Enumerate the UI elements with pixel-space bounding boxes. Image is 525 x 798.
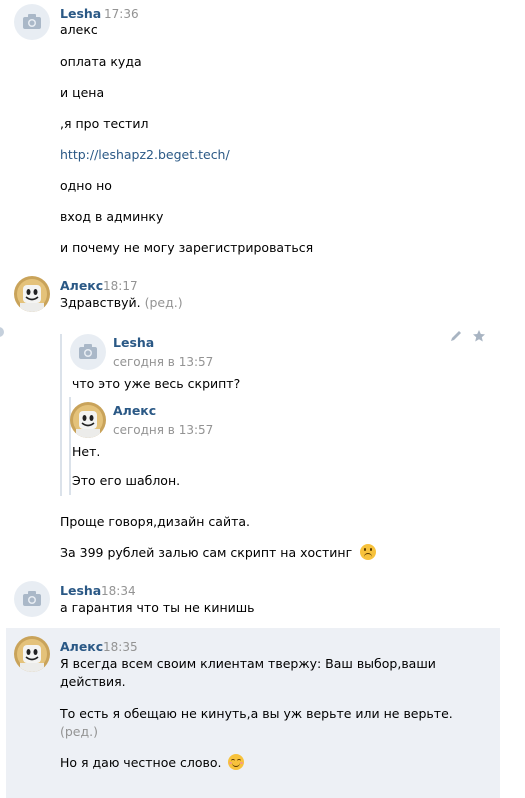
- message-text: Проще говоря,дизайн сайта.: [60, 514, 250, 529]
- forwarded-bar: [60, 334, 62, 496]
- timestamp[interactable]: 18:34: [101, 584, 136, 598]
- message-text: Но я даю честное слово.: [60, 754, 244, 770]
- emoji-smile-icon: [227, 754, 244, 770]
- avatar[interactable]: [14, 4, 50, 40]
- timestamp[interactable]: 17:36: [104, 7, 139, 21]
- message-text: и почему не могу зарегистрироваться: [60, 240, 314, 255]
- message-text-content: За 399 рублей залью сам скрипт на хостин…: [60, 545, 353, 560]
- camera-icon: [23, 591, 41, 606]
- message-text: оплата куда: [60, 54, 142, 69]
- message-text: Я всегда всем своим клиентам твержу: Ваш…: [60, 656, 436, 671]
- message-link[interactable]: http://leshapz2.beget.tech/: [60, 147, 230, 162]
- message-text: алекс: [60, 22, 98, 37]
- message-text: ,я про тестил: [60, 116, 149, 131]
- nested-author[interactable]: Алекс: [113, 403, 156, 418]
- forwarded-text: что это уже весь скрипт?: [72, 376, 241, 391]
- avatar[interactable]: [14, 581, 50, 617]
- nested-text: Это его шаблон.: [72, 473, 181, 488]
- pencil-icon[interactable]: [449, 329, 463, 343]
- avatar[interactable]: [70, 334, 106, 370]
- nested-text: Нет.: [72, 444, 101, 459]
- message-text: Здравствуй. (ред.): [60, 295, 183, 310]
- selection-indicator[interactable]: [0, 327, 4, 337]
- message-text: действия.: [60, 674, 126, 689]
- marshmello-avatar: [14, 276, 50, 312]
- camera-icon: [79, 344, 97, 359]
- marshmello-avatar: [70, 402, 106, 438]
- marshmello-avatar: [14, 636, 50, 672]
- avatar[interactable]: [14, 276, 50, 312]
- avatar[interactable]: [14, 636, 50, 672]
- emoji-upside-down-icon: [360, 544, 377, 560]
- message-text: То есть я обещаю не кинуть,а вы уж верьт…: [60, 706, 453, 721]
- message-text: а гарантия что ты не кинишь: [60, 600, 255, 615]
- forwarded-author[interactable]: Lesha: [113, 335, 154, 350]
- author-name[interactable]: Lesha: [60, 583, 101, 598]
- message-text-content: Но я даю честное слово.: [60, 755, 222, 770]
- avatar[interactable]: [70, 402, 106, 438]
- author-name[interactable]: Алекс: [60, 278, 103, 293]
- author-name[interactable]: Алекс: [60, 639, 103, 654]
- edited-label: (ред.): [60, 724, 98, 739]
- author-name[interactable]: Lesha: [60, 6, 101, 21]
- message-text-content: Здравствуй.: [60, 295, 141, 310]
- star-icon[interactable]: [472, 329, 486, 343]
- nested-time[interactable]: сегодня в 13:57: [113, 423, 213, 437]
- message-text: вход в админку: [60, 209, 164, 224]
- message-text: одно но: [60, 178, 112, 193]
- edited-label: (ред.): [144, 295, 183, 310]
- camera-icon: [23, 14, 41, 29]
- forwarded-time[interactable]: сегодня в 13:57: [113, 355, 213, 369]
- message-text: и цена: [60, 85, 105, 100]
- timestamp[interactable]: 18:35: [103, 640, 138, 654]
- message-text: За 399 рублей залью сам скрипт на хостин…: [60, 544, 377, 560]
- timestamp[interactable]: 18:17: [103, 279, 138, 293]
